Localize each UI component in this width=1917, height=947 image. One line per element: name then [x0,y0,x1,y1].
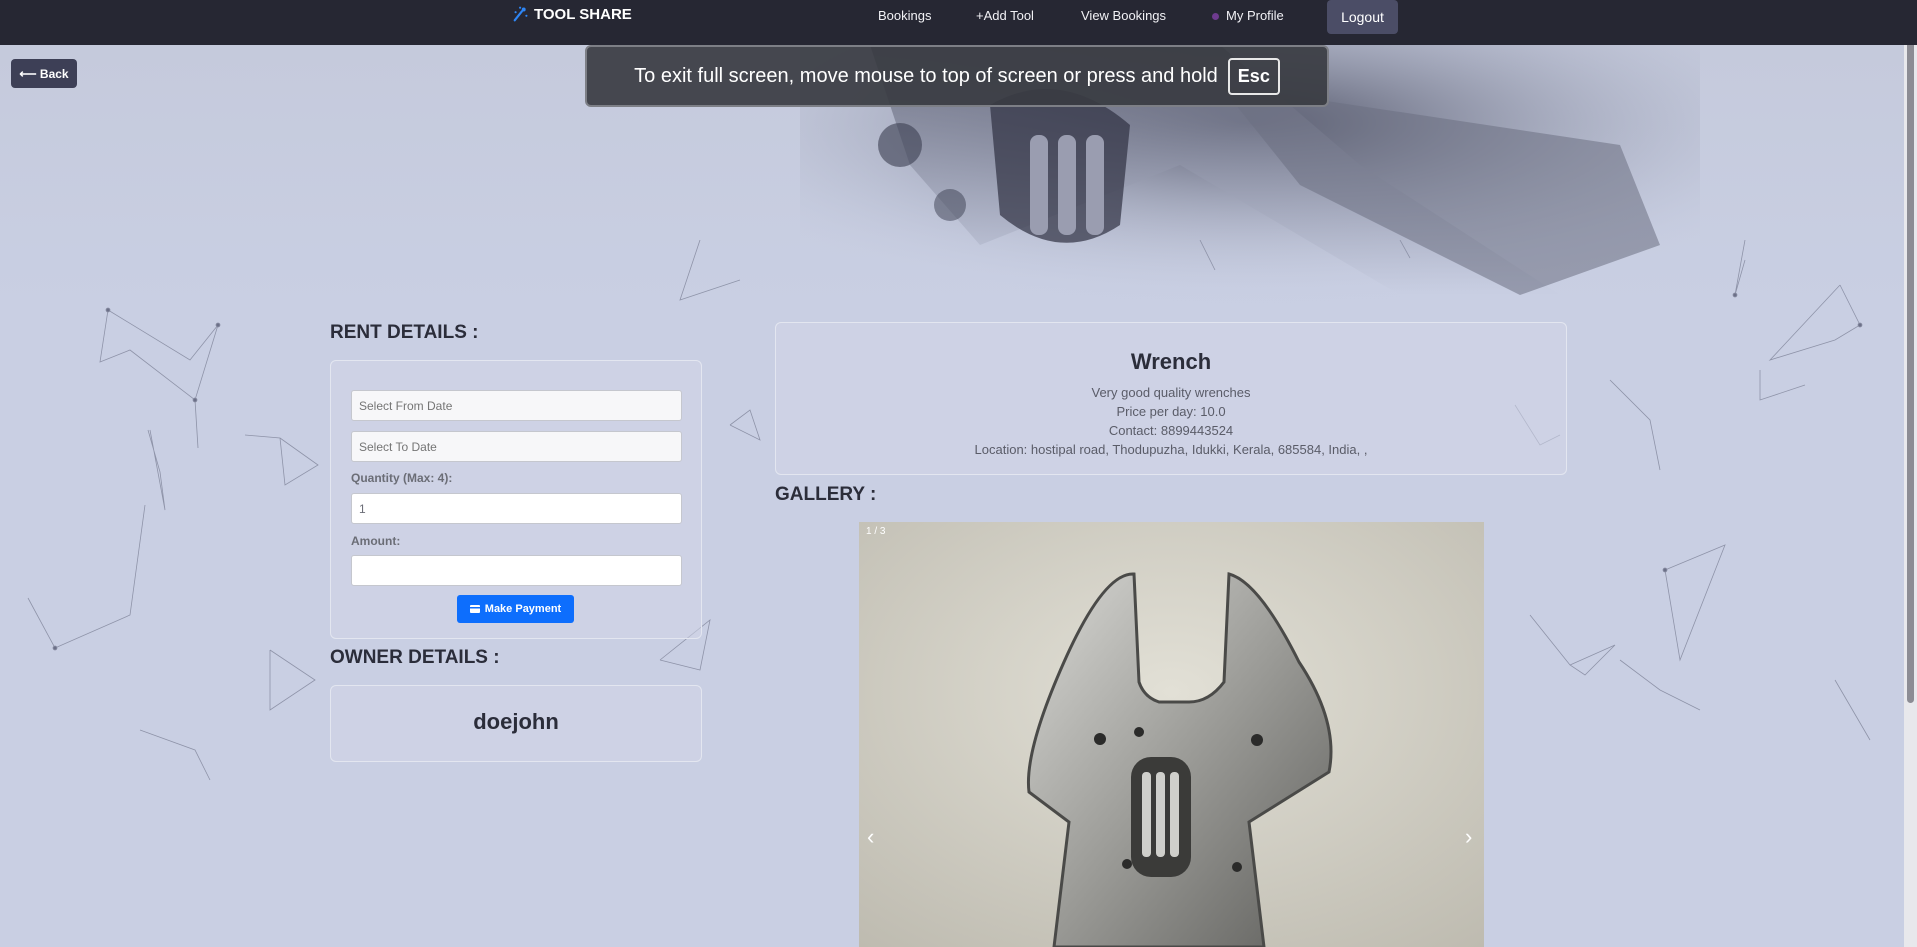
nav-my-profile[interactable]: My Profile [1212,8,1284,23]
profile-status-icon [1212,13,1219,21]
to-date-input[interactable] [351,431,682,462]
make-payment-label: Make Payment [484,603,562,615]
esc-key-badge: Esc [1227,57,1280,95]
nav-my-profile-label: My Profile [1226,8,1284,23]
gallery-heading: GALLERY : [775,484,877,505]
owner-details-card: doejohn [330,685,702,762]
from-date-input[interactable] [351,390,682,421]
gallery-counter: 1 / 3 [866,526,886,537]
nav-add-tool[interactable]: +Add Tool [976,8,1034,23]
tool-name: Wrench [1130,349,1212,374]
gallery-carousel[interactable]: 1 / 3 ‹ › [859,522,1484,947]
amount-input[interactable] [351,555,682,586]
nav-bookings[interactable]: Bookings [878,8,931,23]
quantity-label: Quantity (Max: 4): [351,471,453,485]
credit-card-icon [469,605,480,613]
owner-name: doejohn [473,709,559,734]
make-payment-button[interactable]: Make Payment [457,595,574,623]
fullscreen-notice: To exit full screen, move mouse to top o… [585,45,1329,107]
page-scrollbar[interactable] [1904,0,1917,947]
amount-label: Amount: [351,534,401,548]
tool-info-card: Wrench Very good quality wrenches Price … [775,322,1567,475]
scrollbar-thumb[interactable] [1907,8,1914,703]
tool-price: Price per day: 10.0 [1116,404,1226,419]
tool-contact: Contact: 8899443524 [1108,423,1234,438]
back-button[interactable]: ⟵ Back [11,59,77,88]
owner-details-heading: OWNER DETAILS : [330,647,500,668]
quantity-input[interactable] [351,493,682,524]
rent-details-heading: RENT DETAILS : [330,322,479,343]
top-navbar: TOOL SHARE Bookings +Add Tool View Booki… [0,0,1917,45]
tool-location: Location: hostipal road, Thodupuzha, Idu… [974,442,1368,457]
rent-details-card: Quantity (Max: 4): Amount: Make Payment [330,360,702,639]
fullscreen-message: To exit full screen, move mouse to top o… [634,64,1218,87]
gallery-prev-icon[interactable]: ‹ [867,824,874,850]
wrench-gallery-image [859,522,1484,947]
gallery-next-icon[interactable]: › [1465,824,1472,850]
tool-description: Very good quality wrenches [1091,385,1251,400]
nav-view-bookings[interactable]: View Bookings [1081,8,1166,23]
logout-button[interactable]: Logout [1327,0,1398,34]
